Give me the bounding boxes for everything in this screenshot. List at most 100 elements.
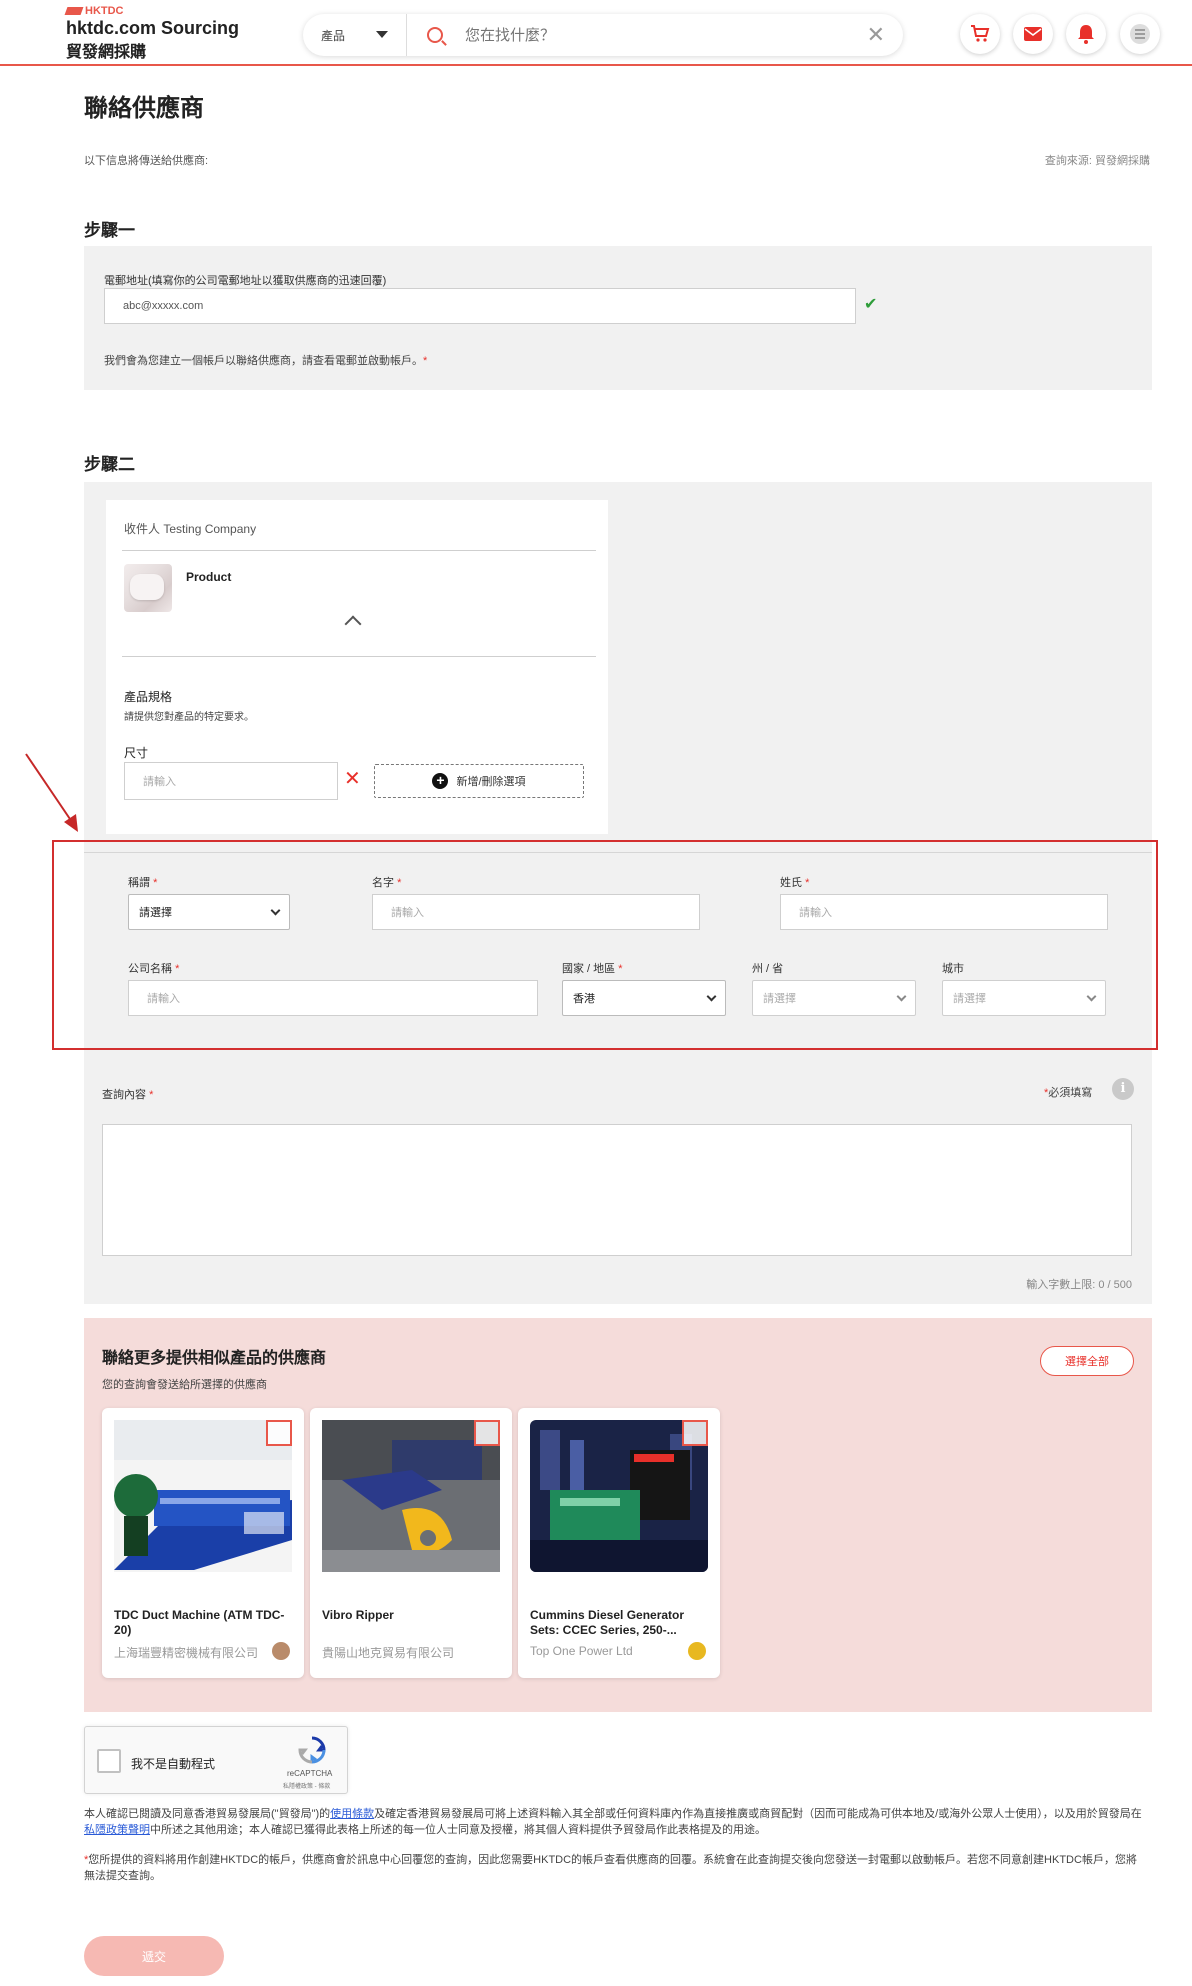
privacy-policy-link[interactable]: 私隱政策聲明 [84,1824,150,1836]
country-select[interactable]: 香港 [562,980,726,1016]
add-option-label: 新增/刪除選項 [456,776,526,788]
inquiry-label: 查詢內容 * [102,1089,154,1101]
terms-consent-text: 本人確認已閱讀及同意香港貿易發展局("貿發局")的使用條款及確定香港貿易發展局可… [84,1808,1142,1836]
supplier-card[interactable]: Vibro Ripper 貴陽山地克貿易有限公司 [310,1408,512,1678]
search-category-value: 產品 [321,28,346,43]
info-icon[interactable]: i [1112,1078,1134,1100]
size-input[interactable]: 請輸入 [124,762,338,800]
search-input[interactable] [465,26,825,44]
company-name-label: 公司名稱 * [128,963,180,975]
chevron-down-icon [270,905,281,916]
site-header: HKTDC hktdc.com Sourcing 貿發網採購 產品 ✕ [0,0,1192,66]
company-name-placeholder: 請輸入 [147,993,180,1005]
supplier-company[interactable]: 上海瑞豐精密機械有限公司 [114,1644,258,1661]
collapse-chevron-icon[interactable] [344,615,362,633]
hktdc-flag-icon [64,7,84,15]
suppliers-title: 聯絡更多提供相似產品的供應商 [102,1350,327,1367]
step1-panel: 電郵地址(填寫你的公司電郵地址以獲取供應商的迅速回覆) abc@xxxxx.co… [84,246,1152,390]
city-select[interactable]: 請選擇 [942,980,1106,1016]
last-name-label: 姓氏 * [780,877,810,889]
char-count: 輸入字數上限: 0 / 500 [1026,1279,1132,1291]
recaptcha-widget: 我不是自動程式 reCAPTCHA 私隱權政策 - 條款 [84,1726,348,1794]
recipient: 收件人 Testing Company [124,522,257,536]
salutation-value: 請選擇 [139,907,172,919]
product-card: 收件人 Testing Company Product 產品規格 請提供您對產品… [106,500,608,834]
spec-description: 請提供您對產品的特定要求。 [124,712,254,723]
salutation-select[interactable]: 請選擇 [128,894,290,930]
menu-icon [1130,24,1150,44]
recipient-name: Testing Company [163,522,257,536]
city-label: 城市 [942,963,964,975]
logo-title[interactable]: hktdc.com Sourcing [66,18,239,39]
terms-of-use-link[interactable]: 使用條款 [330,1808,374,1820]
supplier-card[interactable]: TDC Duct Machine (ATM TDC-20) 上海瑞豐精密機械有限… [102,1408,304,1678]
logo-subtitle: 貿發網採購 [66,44,147,61]
last-name-field[interactable]: 請輸入 [780,894,1108,930]
last-name-placeholder: 請輸入 [799,907,832,919]
email-valid-check-icon: ✔ [864,296,878,313]
size-label: 尺寸 [124,746,149,760]
search-category-select[interactable]: 產品 [303,14,407,56]
account-note: 我們會為您建立一個帳戶以聯絡供應商，請查看電郵並啟動帳戶。* [104,355,428,367]
state-select[interactable]: 請選擇 [752,980,916,1016]
submit-button[interactable]: 遞交 [84,1936,224,1976]
verified-badge-icon [688,1642,706,1660]
cart-button[interactable] [960,14,1000,54]
recaptcha-brand: reCAPTCHA [287,1769,333,1778]
verified-badge-icon [272,1642,290,1660]
size-placeholder: 請輸入 [143,776,176,788]
divider [84,852,1152,853]
account-creation-notice: *您所提供的資料將用作創建HKTDC的帳戶，供應商會於訊息中心回覆您的查詢，因此… [84,1854,1137,1882]
caret-down-icon [376,31,388,38]
chevron-down-icon [1086,991,1097,1002]
recaptcha-checkbox[interactable] [97,1749,121,1773]
hktdc-logo[interactable]: HKTDC [64,5,124,17]
suppliers-subtitle: 您的查詢會發送給所選擇的供應商 [102,1379,267,1391]
product-name[interactable]: Product [186,570,231,584]
supplier-company[interactable]: 貴陽山地克貿易有限公司 [322,1644,454,1661]
first-name-label: 名字 * [372,877,402,889]
plus-circle-icon: + [432,773,449,789]
divider [122,656,596,657]
step1-title: 步驟一 [84,221,135,240]
recaptcha-terms[interactable]: 私隱權政策 - 條款 [283,1781,330,1790]
supplier-checkbox[interactable] [682,1420,708,1446]
divider [122,550,596,551]
recaptcha-logo-icon [298,1736,326,1764]
annotation-arrow-icon [25,753,78,832]
info-text: 以下信息將傳送給供應商: [84,155,209,167]
chevron-down-icon [896,991,907,1002]
step2-title: 步驟二 [84,455,135,474]
mail-button[interactable] [1013,14,1053,54]
first-name-field[interactable]: 請輸入 [372,894,700,930]
menu-button[interactable] [1120,14,1160,54]
notification-button[interactable] [1066,14,1106,54]
email-value: abc@xxxxx.com [123,300,204,312]
supplier-card[interactable]: Cummins Diesel Generator Sets: CCEC Seri… [518,1408,720,1678]
state-label: 州 / 省 [752,963,784,975]
inquiry-source: 查詢來源: 貿發網採購 [1044,155,1150,167]
state-value: 請選擇 [763,993,796,1005]
product-thumbnail[interactable] [124,564,172,612]
clear-search-icon[interactable]: ✕ [867,22,885,48]
remove-option-icon[interactable]: ✕ [344,766,361,791]
required-note: *必須填寫 [1044,1087,1093,1099]
first-name-placeholder: 請輸入 [391,907,424,919]
search-icon[interactable] [427,27,443,43]
country-value: 香港 [573,993,595,1005]
supplier-company[interactable]: Top One Power Ltd [530,1644,633,1658]
city-value: 請選擇 [953,993,986,1005]
supplier-product-name[interactable]: Vibro Ripper [322,1608,500,1623]
select-all-button[interactable]: 選擇全部 [1040,1346,1134,1376]
supplier-product-name[interactable]: TDC Duct Machine (ATM TDC-20) [114,1608,292,1638]
add-remove-option-button[interactable]: + 新增/刪除選項 [374,764,584,798]
email-field[interactable]: abc@xxxxx.com [104,288,856,324]
supplier-product-name[interactable]: Cummins Diesel Generator Sets: CCEC Seri… [530,1608,708,1638]
recaptcha-label: 我不是自動程式 [131,1757,216,1771]
bell-icon [1078,25,1094,44]
inquiry-textarea[interactable] [102,1124,1132,1256]
supplier-checkbox[interactable] [474,1420,500,1446]
supplier-checkbox[interactable] [266,1420,292,1446]
product-image-shape [130,574,164,600]
company-name-field[interactable]: 請輸入 [128,980,538,1016]
